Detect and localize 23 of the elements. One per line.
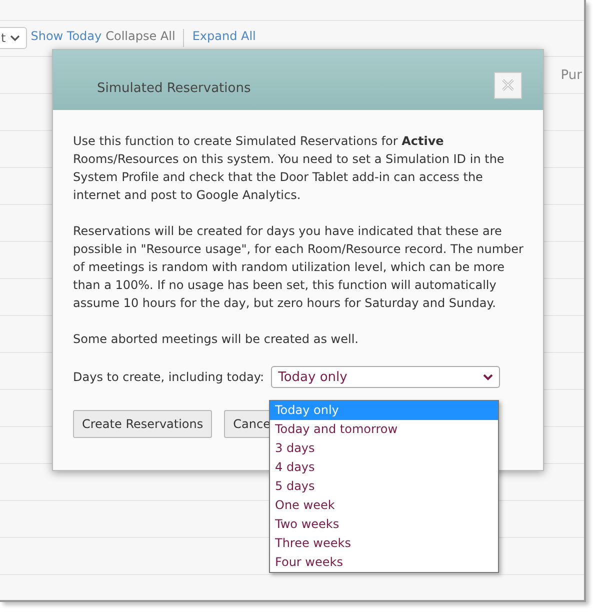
days-select[interactable]: Today only [271,366,500,388]
toolbar-link[interactable]: Show Today [30,29,102,43]
dropdown-option[interactable]: One week [270,496,498,515]
field-label: Days to create, including today: [73,370,264,384]
dropdown-option[interactable]: Two weeks [270,515,498,534]
dialog-paragraph: Reservations will be created for days you have indicated that these are possible in "Resource usage", for each Room/Resource record. The number of meetings is random with random utilization level, which can be more than a 100%. If no usage has been set, this function will automatically assume 10 hours for the day, but zero hours for Saturday and Sunday. [73,223,524,312]
column-header: Pur [560,68,582,82]
toolbar-link[interactable]: Expand All [192,29,256,43]
close-button[interactable] [494,72,522,98]
dropdown-option[interactable]: Three weeks [270,534,498,553]
chevron-down-icon [483,374,494,380]
dropdown-option[interactable]: 5 days [270,477,498,496]
dropdown-option[interactable]: Four weeks [270,553,498,572]
dialog-paragraph: Some aborted meetings will be created as well. [73,331,360,348]
view-select[interactable]: t [0,27,27,49]
dialog-button[interactable]: Create Reservations [73,410,212,438]
dropdown-option[interactable]: 3 days [270,439,498,458]
dropdown-option[interactable]: 4 days [270,458,498,477]
dialog-paragraph: Use this function to create Simulated Reservations for Active Rooms/Resources on this system. You need to set a Simulation ID in the System Profile and check that the Door Tablet add-in can access the internet and post to Google Analytics. [73,133,506,204]
toolbar-action[interactable]: Collapse All [106,29,176,43]
dialog-title: Simulated Reservations [97,80,251,96]
close-icon [502,79,514,91]
chevron-down-icon [10,34,20,42]
